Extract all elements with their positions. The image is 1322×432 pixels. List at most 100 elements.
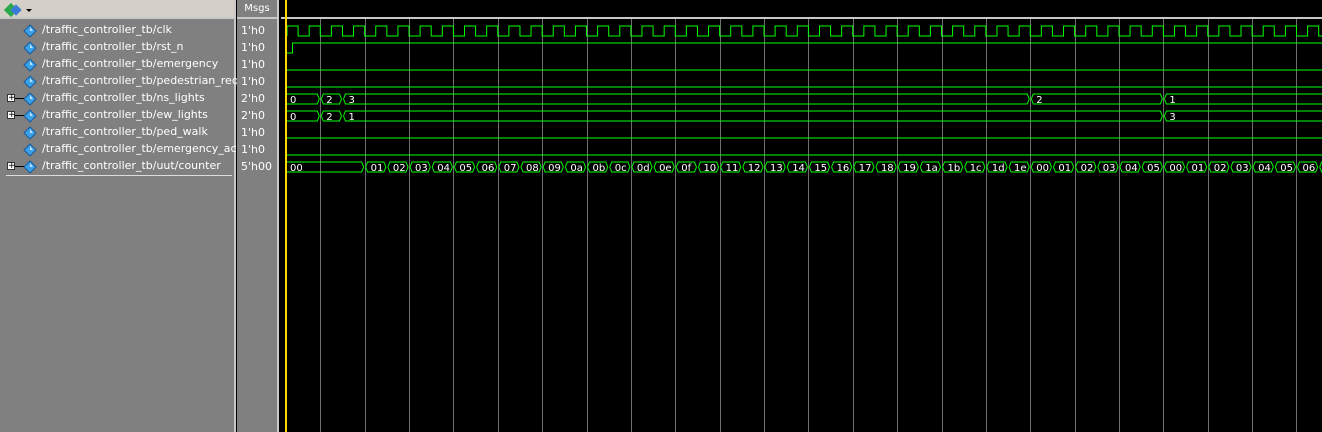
names-header [0,0,234,19]
bus-value-label: 06 [1302,163,1315,174]
bus-value-label: 1b [948,163,961,174]
bus-value-label: 12 [748,163,761,174]
signal-value: 2'h0 [241,109,265,122]
rst-waveform [287,42,1322,54]
bus-value-label: 00 [290,163,303,174]
signal-row[interactable]: + /traffic_controller_tb/uut/counter [0,158,234,175]
signal-row[interactable]: /traffic_controller_tb/ped_walk [0,124,234,141]
expand-plus-icon[interactable]: + [7,162,16,171]
bus-segment [1030,93,1163,105]
signal-name: /traffic_controller_tb/ped_walk [42,125,208,138]
bus-value-label: 0e [659,163,672,174]
signal-diamond-icon [23,41,37,55]
signal-name: /traffic_controller_tb/clk [42,23,172,36]
bus-value-label: 0c [615,163,627,174]
bus-value-label: 05 [459,163,472,174]
time-cursor [285,0,287,432]
signal-names-pane: /traffic_controller_tb/clk/traffic_contr… [0,0,257,432]
signal-diamond-icon [23,24,37,38]
signal-row[interactable]: /traffic_controller_tb/clk [0,22,234,39]
bus-value-label: 03 [1236,163,1249,174]
signal-row[interactable]: /traffic_controller_tb/emergency [0,56,234,73]
signal-name: /traffic_controller_tb/pedestrian_req [42,74,239,87]
bus-value-label: 02 [1214,163,1227,174]
bus-value-label: 03 [415,163,428,174]
signal-value: 2'h0 [241,92,265,105]
signal-name: /traffic_controller_tb/emergency_active [42,142,258,155]
bus-value-label: 1a [925,163,938,174]
bus-value-label: 2 [1036,95,1042,106]
signal-value: 1'h0 [241,41,265,54]
bus-value-label: 14 [792,163,805,174]
bus-value-label: 1 [348,112,354,123]
signal-diamond-icon [23,92,37,106]
signal-name: /traffic_controller_tb/ew_lights [42,108,208,121]
signal-value: 1'h0 [241,126,265,139]
bus-value-label: 1d [992,163,1005,174]
bus-value-label: 05 [1280,163,1293,174]
signal-value: 1'h0 [241,143,265,156]
signal-row[interactable]: /traffic_controller_tb/emergency_active [0,141,257,158]
signal-value: 1'h0 [241,24,265,37]
bus-value-label: 16 [837,163,850,174]
bus-value-label: 08 [526,163,539,174]
bus-value-label: 04 [437,163,450,174]
bus-value-label: 0 [290,95,296,106]
bus-value-label: 13 [770,163,783,174]
signal-value: 1'h0 [241,75,265,88]
waveform-pane[interactable]: 0 2 3 2 1 0 2 1 3 00 01 02 03 04 05 06 07 08 09 0a 0b 0c 0d 0e 0… [281,0,1322,432]
bus-value-label: 11 [726,163,739,174]
msgs-header: Msgs [237,0,277,19]
bus-value-label: 01 [371,163,384,174]
bus-value-label: 10 [703,163,716,174]
bus-value-label: 00 [1169,163,1182,174]
bus-value-label: 00 [1036,163,1049,174]
signal-name: /traffic_controller_tb/rst_n [42,40,184,53]
msgs-pane: Msgs 1'h0 1'h0 1'h0 1'h0 2'h0 2'h0 1'h0 1'h0 5'h… [237,0,279,432]
signal-value: 5'h00 [241,160,272,173]
signal-name: /traffic_controller_tb/ns_lights [42,91,205,104]
bus-value-label: 1c [970,163,982,174]
signal-diamond-icon [23,126,37,140]
bus-segment [1163,93,1322,105]
signal-diamond-icon [23,58,37,72]
bus-value-label: 17 [859,163,872,174]
signal-diamond-icon [23,75,37,89]
bus-value-label: 2 [326,95,332,106]
signal-row[interactable]: /traffic_controller_tb/rst_n [0,39,234,56]
bus-value-label: 0 [290,112,296,123]
bus-segment [343,93,1030,105]
expand-plus-icon[interactable]: + [7,94,16,103]
bus-value-label: 0d [637,163,650,174]
names-divider [6,175,232,176]
signal-row[interactable]: + /traffic_controller_tb/ew_lights [0,107,234,124]
bus-value-label: 01 [1192,163,1205,174]
bus-value-label: 1e [1014,163,1027,174]
bus-value-label: 02 [1081,163,1094,174]
bus-value-label: 1 [1169,95,1175,106]
bus-value-label: 15 [814,163,827,174]
signal-diamond-icon [23,143,37,157]
wave-window-icon[interactable] [4,3,38,17]
clk-waveform [286,25,1322,37]
bus-value-label: 3 [1169,112,1175,123]
signal-row[interactable]: + /traffic_controller_tb/ns_lights [0,90,234,107]
expand-plus-icon[interactable]: + [7,111,16,120]
bus-segment [1163,110,1322,122]
signal-name: /traffic_controller_tb/uut/counter [42,159,221,172]
signal-row[interactable]: /traffic_controller_tb/pedestrian_req [0,73,239,90]
bus-value-label: 01 [1058,163,1071,174]
bus-value-label: 05 [1147,163,1160,174]
bus-value-label: 3 [348,95,354,106]
bus-value-label: 06 [482,163,495,174]
bus-value-label: 03 [1103,163,1116,174]
bus-value-label: 07 [504,163,517,174]
bus-value-label: 02 [393,163,406,174]
waveform-canvas[interactable]: 0 2 3 2 10 2 1 300 01 02 03 04 05 06 07 08 09 0a 0b 0c 0d 0e 0… [281,0,1322,432]
bus-value-label: 0a [570,163,583,174]
bus-value-label: 04 [1258,163,1271,174]
bus-segment [343,110,1163,122]
signal-name: /traffic_controller_tb/emergency [42,57,219,70]
wave-header-border [281,17,1322,19]
bus-value-label: 19 [903,163,916,174]
